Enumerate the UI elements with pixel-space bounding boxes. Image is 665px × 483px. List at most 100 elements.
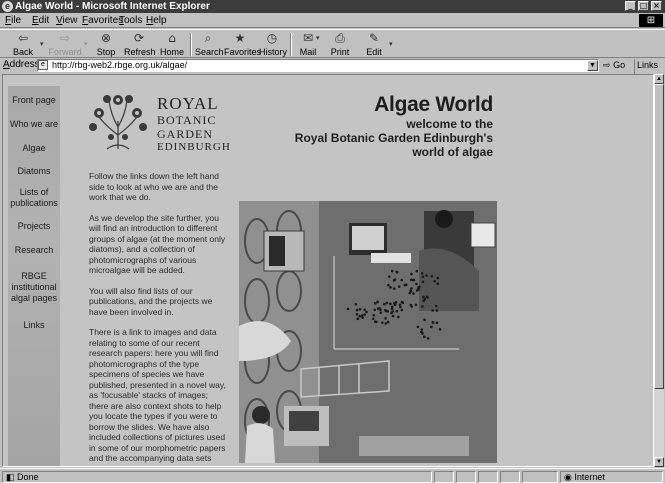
mail-dropdown-icon[interactable]: ▾ [316, 34, 320, 42]
collage-scatter-dot [430, 325, 433, 329]
address-dropdown-icon[interactable]: ▼ [587, 60, 598, 71]
favorites-button[interactable]: ★ Favorites [224, 31, 261, 58]
logo-botanic: BOTANIC [157, 113, 217, 127]
collage-scatter-dot [433, 279, 436, 283]
menu-tools[interactable]: Tools [119, 14, 142, 27]
collage-scatter-dot [384, 317, 387, 320]
intro-paragraph: You will also find lists of our publicat… [89, 285, 213, 317]
collage-scatter-dot [400, 278, 404, 282]
menu-file[interactable]: File [5, 14, 21, 27]
rbge-emblem-icon [89, 95, 147, 150]
menu-help[interactable]: Help [146, 14, 167, 27]
minimize-button[interactable]: _ [625, 1, 636, 11]
collage-scatter-dot [395, 270, 399, 274]
forward-arrow-icon: ⇨ [59, 31, 71, 45]
toolbar-separator [290, 33, 292, 56]
security-zone-label: Internet [574, 472, 605, 482]
edit-dropdown-icon[interactable]: ▾ [389, 40, 393, 48]
page-icon: e [38, 60, 48, 70]
collage-scatter-dot [416, 325, 420, 329]
print-button[interactable]: ⎙ Print [330, 31, 350, 58]
collage-scatter-dot [435, 321, 439, 325]
collage-scatter-dot [400, 308, 404, 312]
nav-algae[interactable]: Algae [8, 143, 60, 154]
address-input[interactable]: http://rbg-web2.rbge.org.uk/algae/ [37, 59, 599, 72]
go-arrow-icon: ⇨ [603, 60, 611, 70]
welcome-line-2: Royal Botanic Garden Edinburgh's [294, 131, 493, 145]
status-text-cell: ◧ Done [2, 471, 432, 483]
menu-edit[interactable]: Edit [32, 14, 49, 27]
nav-projects[interactable]: Projects [8, 221, 60, 232]
collage-scatter-dot [435, 309, 439, 312]
nav-links[interactable]: Links [8, 320, 60, 331]
go-label: Go [613, 60, 626, 70]
title-bar: e Algae World - Microsoft Internet Explo… [0, 0, 665, 13]
windows-logo-icon: ⊞ [639, 14, 663, 27]
scroll-down-icon[interactable]: ▼ [654, 457, 664, 467]
collage-scatter-dot [420, 272, 424, 275]
nav-institutional-pages[interactable]: RBGE institutional algal pages [8, 271, 60, 304]
forward-dropdown-icon[interactable]: ▾ [84, 40, 88, 48]
back-button[interactable]: ⇦ Back [8, 31, 38, 58]
mail-icon: ✉ [302, 31, 314, 45]
stop-button[interactable]: ⊗ Stop [94, 31, 118, 58]
collage-scatter-dot [393, 303, 397, 307]
address-label: Address [3, 59, 40, 70]
sidebar-nav: Front page Who we are Algae Diatoms List… [8, 86, 60, 466]
vertical-scrollbar[interactable]: ▲ ▼ [654, 74, 664, 467]
intro-paragraph: There is a link to images and data relat… [89, 327, 226, 463]
scroll-up-icon[interactable]: ▲ [654, 74, 664, 84]
status-cell [478, 471, 498, 483]
collage-scatter-dot [375, 320, 378, 324]
collage-scatter-dot [423, 335, 426, 339]
nav-research[interactable]: Research [8, 245, 60, 256]
collage-scatter-dot [358, 314, 362, 318]
collage-scatter-dot [354, 302, 358, 306]
collage-scatter-dot [414, 303, 418, 307]
go-button[interactable]: ⇨ Go [603, 59, 625, 71]
back-dropdown-icon[interactable]: ▾ [40, 40, 44, 48]
collage-scatter-dot [358, 307, 362, 311]
menu-favorites[interactable]: Favorites [82, 14, 123, 27]
collage-scatter-dot [395, 309, 399, 313]
collage-scatter-dot [425, 295, 429, 299]
maximize-button[interactable]: □ [638, 1, 649, 11]
favorites-icon: ★ [234, 31, 246, 45]
close-button[interactable]: × [651, 1, 662, 11]
collage-scatter-dot [425, 274, 428, 277]
page-viewport: Front page Who we are Algae Diatoms List… [2, 74, 654, 467]
rbge-logo-text: ROYAL BOTANIC GARDEN EDINBURGH [157, 95, 231, 154]
edit-icon: ✎ [368, 31, 380, 45]
collage-scatter-dot [410, 287, 413, 290]
collage-scatter-dot [411, 278, 414, 282]
collage-scatter-dot [386, 309, 390, 313]
history-button[interactable]: ◷ History [259, 31, 287, 58]
collage-scatter-dot [412, 292, 415, 295]
collage-scatter-dot [390, 307, 394, 311]
collage-scatter-dot [431, 321, 435, 324]
back-label: Back [12, 47, 33, 57]
collage-scatter-dot [373, 308, 377, 312]
home-icon: ⌂ [168, 31, 176, 45]
collage-scatter-dot [371, 317, 375, 321]
nav-front-page[interactable]: Front page [8, 95, 60, 106]
status-bar: ◧ Done ◉ Internet [0, 468, 665, 483]
collage-scatter-dot [391, 314, 395, 318]
collage-scatter-dot [436, 282, 439, 286]
nav-publications[interactable]: Lists of publications [8, 187, 60, 209]
welcome-line-1: welcome to the [406, 117, 493, 131]
refresh-button[interactable]: ⟳ Refresh [124, 31, 156, 58]
edit-button[interactable]: ✎ Edit [364, 31, 384, 58]
search-button[interactable]: ⌕ Search [195, 31, 224, 58]
menu-view[interactable]: View [56, 14, 78, 27]
printer-icon: ⎙ [335, 31, 345, 45]
collage-scatter-dot [415, 282, 418, 286]
collage-scatter-dot [399, 305, 402, 309]
nav-who-we-are[interactable]: Who we are [8, 119, 60, 130]
forward-button[interactable]: ⇨ Forward [48, 31, 82, 58]
collage-scatter-dot [430, 274, 434, 278]
home-label: Home [159, 47, 184, 57]
scroll-thumb[interactable] [654, 84, 664, 389]
nav-diatoms[interactable]: Diatoms [8, 166, 60, 177]
home-button[interactable]: ⌂ Home [159, 31, 185, 58]
